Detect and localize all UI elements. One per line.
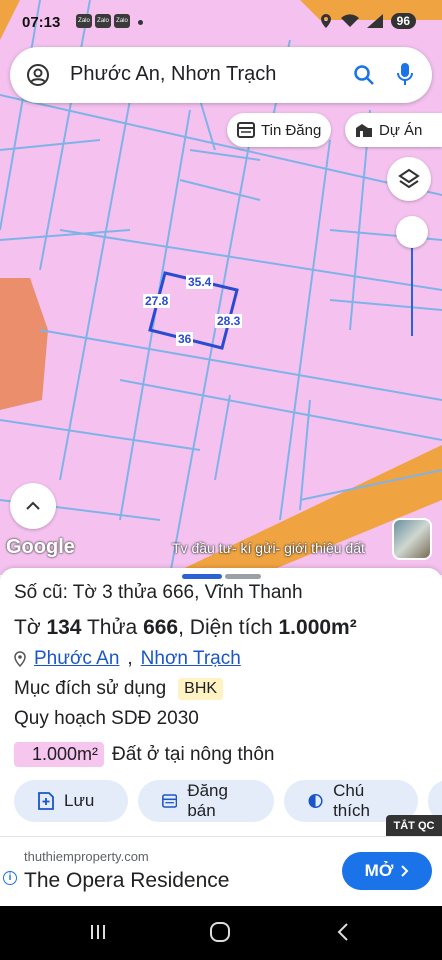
listing-chip-label: Tin Đăng: [261, 121, 322, 139]
close-ad-button[interactable]: TẮT QC: [386, 815, 442, 837]
notification-icons: Zalo Zalo Zalo: [76, 14, 130, 28]
sheet-handle[interactable]: [182, 574, 222, 579]
layers-button[interactable]: [387, 157, 431, 201]
status-bar: 07:13 Zalo Zalo Zalo 96: [0, 0, 442, 44]
ad-open-label: MỞ: [364, 861, 394, 880]
map-watermark: Tv đầu tư- kí gửi- giới thiệu đất: [172, 540, 365, 556]
account-icon[interactable]: [26, 63, 50, 87]
home-icon[interactable]: [209, 922, 231, 942]
chevron-right-icon: [401, 865, 409, 877]
plot-label: Thửa: [86, 616, 138, 639]
planning-info: Quy hoạch SDĐ 2030: [14, 708, 199, 729]
layers-icon: [398, 168, 420, 189]
zalo-icon: Zalo: [76, 14, 92, 28]
contrast-icon: [308, 793, 323, 809]
dim-bottom-label: 36: [176, 332, 194, 346]
ad-info-icon[interactable]: i: [3, 871, 17, 885]
battery-level: 96: [390, 13, 416, 29]
recent-apps-icon[interactable]: [88, 922, 108, 942]
opacity-slider-handle[interactable]: [396, 216, 428, 248]
project-chip-label: Dự Án: [379, 121, 423, 139]
purpose-label: Mục đích sử dụng: [14, 678, 167, 699]
search-bar[interactable]: Phước An, Nhơn Trạch: [10, 47, 432, 103]
old-parcel-info: Số cũ: Tờ 3 thửa 666, Vĩnh Thanh: [14, 582, 303, 603]
chevron-up-icon: [26, 501, 40, 510]
project-chip[interactable]: Dự Án: [345, 113, 442, 147]
system-icons: 96: [319, 13, 416, 29]
parcel-location: Phước An, Nhơn Trạch: [14, 648, 241, 670]
wifi-icon: [340, 14, 359, 27]
back-icon[interactable]: [336, 922, 350, 942]
post-sale-button-label: Đăng bán: [187, 781, 228, 820]
land-purpose: Mục đích sử dụng BHK: [14, 678, 224, 700]
search-query[interactable]: Phước An, Nhơn Trạch: [70, 63, 276, 86]
listing-icon: [162, 794, 178, 808]
area-value: 1.000m²: [278, 616, 357, 639]
ad-banner[interactable]: i thuthiemproperty.com The Opera Residen…: [0, 836, 442, 906]
ad-domain: thuthiemproperty.com: [24, 849, 149, 864]
dim-top-label: 35.4: [186, 275, 214, 289]
land-type-label: Đất ở tại nông thôn: [112, 743, 275, 765]
zalo-icon: Zalo: [95, 14, 111, 28]
post-sale-button[interactable]: Đăng bán: [138, 780, 274, 822]
zalo-icon: Zalo: [114, 14, 130, 28]
sheet-number: 134: [46, 616, 82, 639]
purpose-code-badge: BHK: [178, 678, 224, 700]
parcel-info-sheet: Số cũ: Tờ 3 thửa 666, Vĩnh Thanh Tờ 134 …: [0, 568, 442, 836]
sheet-label: Tờ: [14, 616, 41, 639]
dim-right-label: 28.3: [215, 314, 243, 328]
listing-icon: [237, 122, 255, 138]
listing-chip[interactable]: Tin Đăng: [227, 113, 332, 147]
area-label: , Diện tích: [178, 616, 273, 639]
plot-number: 666: [143, 616, 179, 639]
sheet-handle-secondary[interactable]: [225, 574, 261, 579]
system-navigation-bar: [0, 906, 442, 960]
location-icon: [320, 14, 331, 28]
land-area-badge: 1.000m²: [14, 742, 105, 767]
action-row: Lưu Đăng bán Chú thích: [14, 780, 442, 822]
ad-open-button[interactable]: MỞ: [342, 852, 432, 890]
google-logo: Google: [6, 536, 75, 558]
save-button-label: Lưu: [64, 791, 95, 810]
parcel-info: Tờ 134 Thửa 666, Diện tích 1.000m²: [14, 616, 357, 640]
status-time: 07:13: [22, 14, 61, 31]
search-icon[interactable]: [352, 63, 376, 87]
microphone-icon[interactable]: [396, 61, 414, 89]
street-view-thumbnail[interactable]: [392, 518, 432, 560]
save-button[interactable]: Lưu: [14, 780, 128, 822]
add-note-icon: [38, 792, 54, 810]
building-icon: [356, 124, 372, 137]
pin-icon: [14, 651, 26, 667]
ad-title: The Opera Residence: [24, 869, 230, 892]
dim-left-label: 27.8: [143, 294, 171, 308]
signal-icon: [366, 14, 383, 28]
district-link[interactable]: Nhơn Trạch: [141, 648, 241, 670]
expand-up-button[interactable]: [10, 483, 56, 529]
ward-link[interactable]: Phước An: [34, 648, 119, 670]
legend-button-label: Chú thích: [333, 781, 370, 820]
notification-dot-icon: [138, 20, 143, 25]
land-type-row: 1.000m² Đất ở tại nông thôn: [14, 742, 275, 767]
